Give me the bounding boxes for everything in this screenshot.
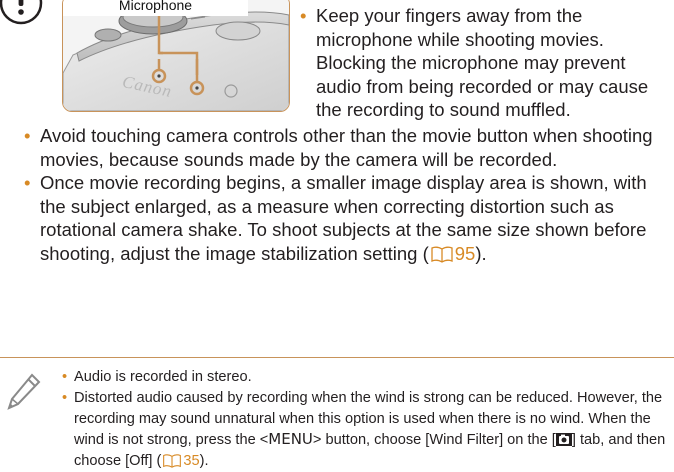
page-ref-link[interactable]: 95 (455, 243, 476, 264)
notes-section: Audio is recorded in stereo. Distorted a… (62, 367, 674, 472)
caution-bullet-controls: Avoid touching camera controls other tha… (24, 124, 672, 171)
camera-tab-icon (555, 433, 572, 447)
camera-illustration (63, 0, 289, 111)
caution-bullet-microphone: Keep your fingers away from the micropho… (300, 4, 670, 122)
microphone-label: Microphone (63, 0, 248, 16)
page-ref-link[interactable]: 35 (183, 453, 199, 469)
pencil-icon (7, 373, 41, 410)
note-bullet-stereo: Audio is recorded in stereo. (62, 367, 674, 388)
caution-main-text: Avoid touching camera controls other tha… (24, 124, 672, 266)
note-bullet-wind-filter: Distorted audio caused by recording when… (62, 388, 674, 472)
book-icon (163, 454, 182, 468)
menu-button-label: MENU (268, 430, 313, 449)
caution-bullet-stabilization: Once movie recording begins, a smaller i… (24, 171, 672, 265)
book-icon (431, 246, 453, 263)
caution-icon (0, 0, 43, 25)
stabilization-text: Once movie recording begins, a smaller i… (40, 172, 647, 264)
section-divider (0, 357, 674, 358)
microphone-photo: Microphone Canon (62, 0, 290, 112)
caution-side-text: Keep your fingers away from the micropho… (300, 4, 670, 122)
